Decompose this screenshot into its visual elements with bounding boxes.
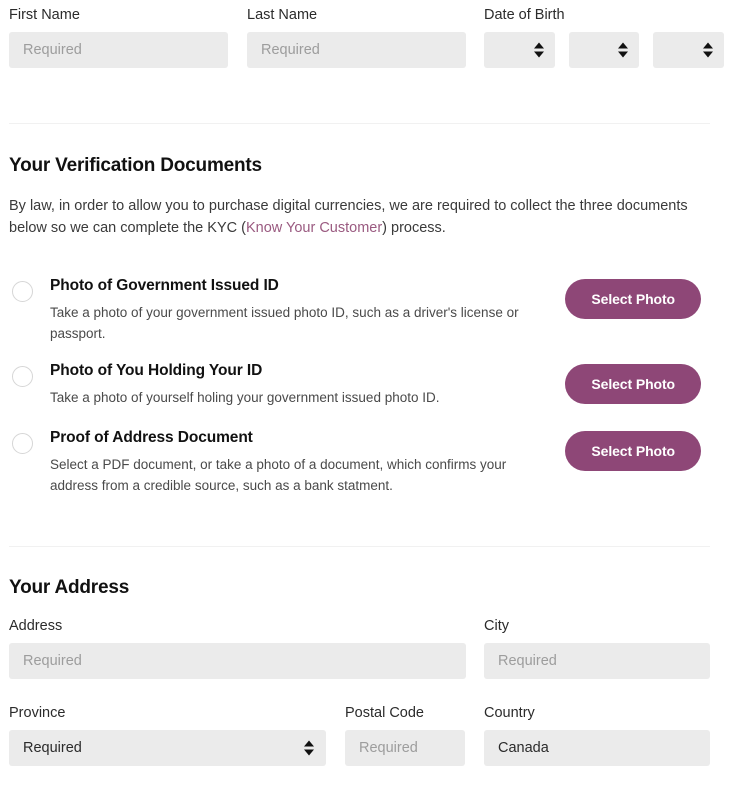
caret-down-icon bbox=[703, 51, 713, 57]
last-name-input[interactable]: Required bbox=[247, 32, 466, 68]
country-input[interactable]: Canada bbox=[484, 730, 710, 766]
first-name-label: First Name bbox=[9, 8, 228, 23]
stepper-arrows-icon bbox=[534, 42, 544, 57]
document-title: Photo of You Holding Your ID bbox=[50, 362, 262, 380]
address-heading: Your Address bbox=[9, 577, 129, 599]
document-title: Photo of Government Issued ID bbox=[50, 277, 279, 295]
section-divider-top bbox=[9, 123, 710, 124]
section-divider-bottom bbox=[9, 546, 710, 547]
postal-code-placeholder: Required bbox=[359, 740, 418, 756]
stepper-arrows-icon bbox=[703, 42, 713, 57]
intro-text-part-2: ) process. bbox=[382, 220, 446, 236]
country-value: Canada bbox=[498, 740, 549, 756]
caret-up-icon bbox=[703, 42, 713, 48]
postal-code-label: Postal Code bbox=[345, 706, 465, 721]
stepper-arrows-icon bbox=[618, 42, 628, 57]
kyc-verification-form: First Name Required Last Name Required D… bbox=[0, 0, 732, 795]
select-photo-button-holding-id[interactable]: Select Photo bbox=[565, 364, 701, 404]
select-photo-button-proof-of-address[interactable]: Select Photo bbox=[565, 431, 701, 471]
document-description: Select a PDF document, or take a photo o… bbox=[50, 455, 540, 496]
dob-day-stepper[interactable] bbox=[569, 32, 640, 68]
address-label: Address bbox=[9, 619, 466, 634]
country-label: Country bbox=[484, 706, 710, 721]
kyc-link[interactable]: Know Your Customer bbox=[246, 220, 382, 236]
date-of-birth-field-group: Date of Birth bbox=[484, 8, 724, 68]
first-name-placeholder: Required bbox=[23, 42, 82, 58]
address-placeholder: Required bbox=[23, 653, 82, 669]
province-select[interactable]: Required bbox=[9, 730, 326, 766]
province-selected-value: Required bbox=[23, 740, 82, 756]
document-title: Proof of Address Document bbox=[50, 429, 253, 447]
date-of-birth-steppers bbox=[484, 32, 724, 68]
city-field-group: City Required bbox=[484, 619, 710, 679]
postal-code-input[interactable]: Required bbox=[345, 730, 465, 766]
verification-heading: Your Verification Documents bbox=[9, 155, 262, 177]
caret-down-icon bbox=[618, 51, 628, 57]
caret-down-icon bbox=[534, 51, 544, 57]
city-placeholder: Required bbox=[498, 653, 557, 669]
caret-up-icon bbox=[304, 740, 314, 746]
caret-down-icon bbox=[304, 749, 314, 755]
radio-unchecked-icon[interactable] bbox=[12, 281, 33, 302]
verification-intro-text: By law, in order to allow you to purchas… bbox=[9, 195, 689, 240]
province-label: Province bbox=[9, 706, 326, 721]
caret-up-icon bbox=[618, 42, 628, 48]
document-description: Take a photo of your government issued p… bbox=[50, 303, 540, 344]
city-label: City bbox=[484, 619, 710, 634]
stepper-arrows-icon bbox=[304, 740, 314, 755]
city-input[interactable]: Required bbox=[484, 643, 710, 679]
address-field-group: Address Required bbox=[9, 619, 466, 679]
radio-unchecked-icon[interactable] bbox=[12, 366, 33, 387]
caret-up-icon bbox=[534, 42, 544, 48]
dob-month-stepper[interactable] bbox=[484, 32, 555, 68]
address-input[interactable]: Required bbox=[9, 643, 466, 679]
radio-unchecked-icon[interactable] bbox=[12, 433, 33, 454]
last-name-field-group: Last Name Required bbox=[247, 8, 466, 68]
country-field-group: Country Canada bbox=[484, 706, 710, 766]
last-name-placeholder: Required bbox=[261, 42, 320, 58]
date-of-birth-label: Date of Birth bbox=[484, 8, 724, 23]
last-name-label: Last Name bbox=[247, 8, 466, 23]
first-name-field-group: First Name Required bbox=[9, 8, 228, 68]
postal-code-field-group: Postal Code Required bbox=[345, 706, 465, 766]
dob-year-stepper[interactable] bbox=[653, 32, 724, 68]
province-field-group: Province Required bbox=[9, 706, 326, 766]
select-photo-button-government-id[interactable]: Select Photo bbox=[565, 279, 701, 319]
first-name-input[interactable]: Required bbox=[9, 32, 228, 68]
document-description: Take a photo of yourself holing your gov… bbox=[50, 388, 540, 409]
